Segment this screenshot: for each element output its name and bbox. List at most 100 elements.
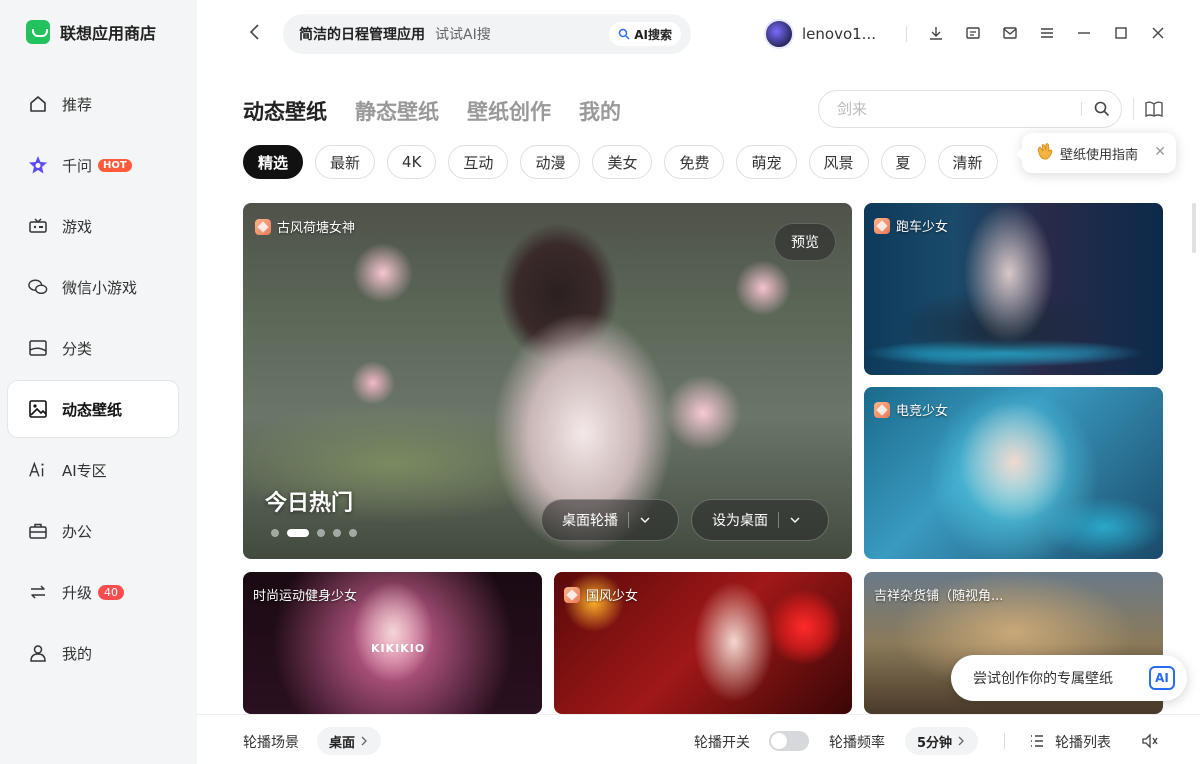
guide-book-icon[interactable] [1144, 100, 1164, 118]
sidebar-item-office[interactable]: 办公 [8, 503, 178, 559]
live-cube-icon [564, 586, 580, 603]
lenovo-store-logo-icon [26, 20, 50, 44]
back-button[interactable] [245, 22, 265, 42]
avatar[interactable] [764, 19, 794, 49]
carousel-switch-label: 轮播开关 [694, 735, 750, 751]
guide-tip-label: 壁纸使用指南 [1060, 147, 1139, 163]
tab-mine[interactable]: 我的 [579, 96, 621, 126]
card-label: 跑车少女 [874, 216, 948, 235]
live-cube-icon [874, 217, 890, 234]
user-icon [28, 643, 48, 663]
chevron-down-icon[interactable] [778, 512, 801, 528]
carousel-dot[interactable] [287, 529, 309, 537]
sidebar-item-games[interactable]: 游戏 [8, 198, 178, 254]
divider [1081, 102, 1082, 116]
frequency-value: 5分钟 [917, 735, 953, 751]
carousel-scene-select[interactable]: 桌面 [317, 727, 382, 755]
feedback-button[interactable] [962, 22, 984, 44]
carousel-scene-label: 轮播场景 [243, 735, 299, 751]
wallpaper-search [818, 90, 1122, 128]
wallpaper-card-guofeng[interactable]: 国风少女 [554, 572, 852, 714]
download-button[interactable] [925, 22, 947, 44]
search-icon[interactable] [1093, 100, 1111, 118]
volume-mute-icon[interactable] [1141, 733, 1159, 753]
wallpaper-search-input[interactable] [837, 100, 1037, 118]
tag-chip[interactable]: 清新 [937, 145, 998, 179]
set-desktop-button[interactable]: 设为桌面 [691, 499, 829, 541]
brand-name: 联想应用商店 [60, 24, 157, 43]
ai-search-label: AI搜索 [634, 27, 672, 42]
carousel-frequency-label: 轮播频率 [829, 735, 885, 751]
close-button[interactable] [1147, 22, 1169, 44]
sidebar-item-upgrade[interactable]: 升级 40 [8, 564, 178, 620]
carousel-dot[interactable] [349, 529, 357, 537]
global-search-bar[interactable]: 简洁的日程管理应用 试试AI搜 AI搜索 [283, 14, 691, 54]
preview-button[interactable]: 预览 [774, 223, 836, 261]
wechat-icon [28, 277, 48, 297]
sidebar-item-label: 游戏 [62, 217, 93, 236]
desktop-carousel-button[interactable]: 桌面轮播 [541, 499, 679, 541]
live-cube-icon [255, 218, 271, 235]
sidebar-item-qianwen[interactable]: 千问 HOT [8, 137, 178, 193]
tag-chip[interactable]: 精选 [243, 145, 304, 179]
sidebar-item-label: 升级 [62, 583, 93, 602]
wallpaper-guide-tooltip[interactable]: 壁纸使用指南 ✕ [1016, 133, 1176, 173]
tag-chip[interactable]: 萌宠 [736, 145, 797, 179]
carousel-toggle[interactable] [769, 731, 809, 751]
tab-live-wallpaper[interactable]: 动态壁纸 [243, 96, 327, 126]
tag-chip[interactable]: 美女 [592, 145, 653, 179]
card-label: 古风荷塘女神 [255, 217, 355, 236]
download-icon [930, 27, 942, 40]
carousel-dot[interactable] [333, 529, 341, 537]
tag-chip[interactable]: 动漫 [520, 145, 581, 179]
upgrade-arrows-icon [28, 582, 48, 602]
menu-button[interactable] [1036, 22, 1058, 44]
tag-chip[interactable]: 免费 [664, 145, 725, 179]
tag-chip[interactable]: 4K [387, 145, 437, 179]
search-query: 简洁的日程管理应用 [299, 27, 425, 43]
sidebar-item-label: 办公 [62, 522, 93, 541]
carousel-list-button[interactable]: 轮播列表 [1055, 732, 1111, 752]
wallpaper-card-racer[interactable]: 跑车少女 [864, 203, 1163, 375]
sidebar-item-wechat-games[interactable]: 微信小游戏 [8, 259, 178, 315]
carousel-dot[interactable] [317, 529, 325, 537]
chevron-right-icon [361, 736, 367, 746]
close-icon[interactable]: ✕ [1154, 144, 1166, 160]
tag-chip[interactable]: 最新 [315, 145, 376, 179]
sidebar-item-ai-zone[interactable]: AI专区 [8, 442, 178, 498]
sidebar-item-category[interactable]: 分类 [8, 320, 178, 376]
minimize-icon [1078, 32, 1090, 34]
mail-button[interactable] [999, 22, 1021, 44]
search-hint: 试试AI搜 [435, 27, 491, 43]
ai-search-button[interactable]: AI搜索 [609, 22, 681, 46]
list-icon[interactable] [1029, 733, 1045, 753]
home-icon [28, 94, 48, 114]
tag-chip[interactable]: 夏 [880, 145, 926, 179]
wallpaper-card-esports[interactable]: 电竞少女 [864, 387, 1163, 559]
maximize-button[interactable] [1110, 22, 1132, 44]
hero-wallpaper-card[interactable]: 古风荷塘女神 预览 今日热门 桌面轮播 设为桌面 [243, 203, 852, 559]
carousel-frequency-select[interactable]: 5分钟 [905, 727, 979, 755]
username[interactable]: lenovo1... [802, 25, 876, 43]
sidebar-item-label: 分类 [62, 339, 93, 358]
ai-create-wallpaper-button[interactable]: 尝试创作你的专属壁纸 AI [951, 655, 1187, 701]
tag-chip[interactable]: 风景 [808, 145, 869, 179]
hot-badge: HOT [98, 158, 132, 172]
sidebar-item-mine[interactable]: 我的 [8, 625, 178, 681]
shirt-text: KIKIKIO [371, 642, 426, 655]
card-title: 古风荷塘女神 [277, 221, 356, 236]
wallpaper-tabs: 动态壁纸 静态壁纸 壁纸创作 我的 [243, 96, 621, 126]
tab-wallpaper-creation[interactable]: 壁纸创作 [467, 96, 551, 126]
tag-chip[interactable]: 互动 [448, 145, 509, 179]
wallpaper-card-fitness[interactable]: 时尚运动健身少女 KIKIKIO [243, 572, 542, 714]
tab-static-wallpaper[interactable]: 静态壁纸 [355, 96, 439, 126]
carousel-dot[interactable] [271, 529, 279, 537]
upgrade-count-badge: 40 [98, 584, 125, 600]
chevron-down-icon[interactable] [628, 512, 651, 528]
sidebar-item-live-wallpaper[interactable]: 动态壁纸 [8, 381, 178, 437]
sidebar-item-recommend[interactable]: 推荐 [8, 76, 178, 132]
minimize-button[interactable] [1073, 22, 1095, 44]
scrollbar[interactable] [1192, 203, 1196, 253]
waving-hand-icon [1034, 141, 1054, 165]
close-icon [1152, 27, 1164, 39]
